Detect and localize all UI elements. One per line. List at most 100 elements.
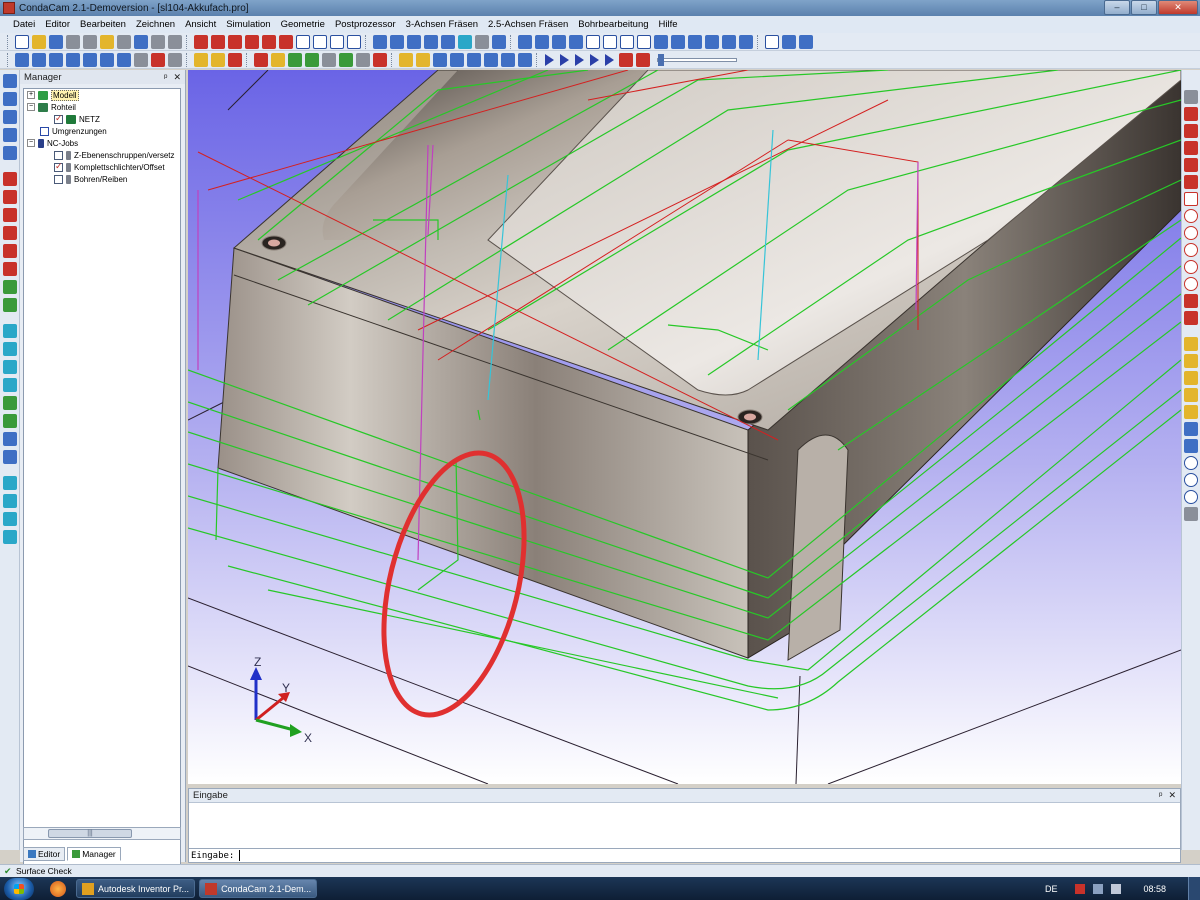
delete-path-icon[interactable] [372,52,387,67]
job-checkbox[interactable] [54,161,63,172]
snap-icon[interactable] [1184,90,1198,104]
torus-icon[interactable] [3,396,17,410]
windows-start-icon[interactable] [4,877,34,900]
dimension-tool-icon[interactable] [1184,337,1198,351]
cylinder-icon[interactable] [3,378,17,392]
menu-editor[interactable]: Editor [40,19,75,30]
snap-perp-icon[interactable] [116,52,131,67]
fillet-solid-icon[interactable] [3,432,17,446]
spline-icon[interactable] [534,34,549,49]
paint-icon[interactable] [781,34,796,49]
maximize-button[interactable]: □ [1131,0,1157,15]
warning-icon[interactable] [1184,371,1198,385]
zoom-extents-icon[interactable] [210,52,225,67]
arc-tool-icon[interactable] [1184,294,1198,308]
language-indicator[interactable]: DE [1045,884,1058,894]
arc-icon[interactable] [551,34,566,49]
transform-icon[interactable] [3,512,17,526]
pattern-icon[interactable] [3,494,17,508]
line-icon[interactable] [568,34,583,49]
open-folder-icon[interactable] [31,34,46,49]
collapse-icon[interactable]: − [27,103,35,111]
menu-ansicht[interactable]: Ansicht [180,19,221,30]
layer-icon[interactable] [491,34,506,49]
surface-icon[interactable] [389,34,404,49]
volume-icon[interactable] [1111,883,1122,894]
toolpath-show-icon[interactable] [287,52,302,67]
view-bottom-icon[interactable] [278,34,293,49]
tab-manager[interactable]: Manager [67,847,121,861]
close-icon[interactable]: ✕ [173,72,181,83]
snap-free-icon[interactable] [167,52,182,67]
toolpath-icon[interactable] [372,34,387,49]
grid-icon[interactable] [457,34,472,49]
clock[interactable]: 08:58 [1143,884,1166,894]
circle-tan-icon[interactable] [1184,260,1198,274]
tree-node-job[interactable]: Z-Ebenenschruppen/versetz [24,149,180,161]
menu-datei[interactable]: Datei [8,19,40,30]
toolbar-grip[interactable] [7,34,10,49]
zoom-prev-icon[interactable] [466,52,481,67]
snap-point-icon[interactable] [14,52,29,67]
analyze-icon[interactable] [3,530,17,544]
snap-tangent-icon[interactable] [99,52,114,67]
fillet-icon[interactable] [653,34,668,49]
snap-off-icon[interactable] [150,52,165,67]
view-iso3-icon[interactable] [329,34,344,49]
measure-tool-icon[interactable] [1184,388,1198,402]
text-icon[interactable] [3,208,17,222]
zoom-icon[interactable] [432,52,447,67]
rotate-icon[interactable] [738,34,753,49]
view-top-icon[interactable] [261,34,276,49]
tree-node-job[interactable]: Bohren/Reiben [24,173,180,185]
arc-3p-icon[interactable] [1184,311,1198,325]
move-view-icon[interactable] [398,52,413,67]
job-checkbox[interactable] [54,150,63,160]
loft-icon[interactable] [3,244,17,258]
circle-icon[interactable] [619,34,634,49]
netz-checkbox[interactable] [54,113,63,124]
polyline-icon[interactable] [1184,158,1198,172]
view-back-icon[interactable] [210,34,225,49]
new-file-icon[interactable] [14,34,29,49]
menu-2-5-achsen-fraesen[interactable]: 2.5-Achsen Fräsen [483,19,573,30]
job-checkbox[interactable] [54,174,63,184]
slider-knob[interactable] [658,53,664,66]
boundary-icon[interactable] [338,52,353,67]
angle-tool-icon[interactable] [1184,405,1198,419]
menu-bearbeiten[interactable]: Bearbeiten [75,19,131,30]
solid-icon[interactable] [3,298,17,312]
draw-point-icon[interactable] [3,74,17,88]
menu-3-achsen-fraesen[interactable]: 3-Achsen Fräsen [401,19,483,30]
snap-center-icon[interactable] [65,52,80,67]
angle-icon[interactable] [1184,124,1198,138]
circle-2p-icon[interactable] [1184,226,1198,240]
3d-viewport[interactable]: Z Y X [188,70,1181,784]
menu-geometrie[interactable]: Geometrie [276,19,330,30]
measure-icon[interactable] [474,34,489,49]
ellipse-icon[interactable] [1184,277,1198,291]
task-autodesk-inventor[interactable]: Autodesk Inventor Pr... [76,879,196,898]
menu-postprozessor[interactable]: Postprozessor [330,19,401,30]
draw-rect-icon[interactable] [3,146,17,160]
toolbar-grip[interactable] [246,52,249,67]
save-icon[interactable] [48,34,63,49]
view-front-icon[interactable] [193,34,208,49]
hatch-icon[interactable] [3,190,17,204]
section-icon[interactable] [355,52,370,67]
close-button[interactable]: ✕ [1158,0,1198,15]
snap-mid-icon[interactable] [48,52,63,67]
play-icon[interactable] [545,53,554,66]
polygon-icon[interactable] [602,34,617,49]
cross-icon[interactable] [1184,422,1198,436]
task-condacam[interactable]: CondaCam 2.1-Dem... [199,879,318,898]
pan-icon[interactable] [193,52,208,67]
close-icon[interactable]: ✕ [1168,790,1176,801]
triangle-icon[interactable] [1184,141,1198,155]
offset-tool-icon[interactable] [1184,439,1198,453]
cut-icon[interactable] [65,34,80,49]
box-icon[interactable] [3,360,17,374]
circle-3p-icon[interactable] [1184,243,1198,257]
view-iso2-icon[interactable] [312,34,327,49]
dimension-icon[interactable] [3,172,17,186]
